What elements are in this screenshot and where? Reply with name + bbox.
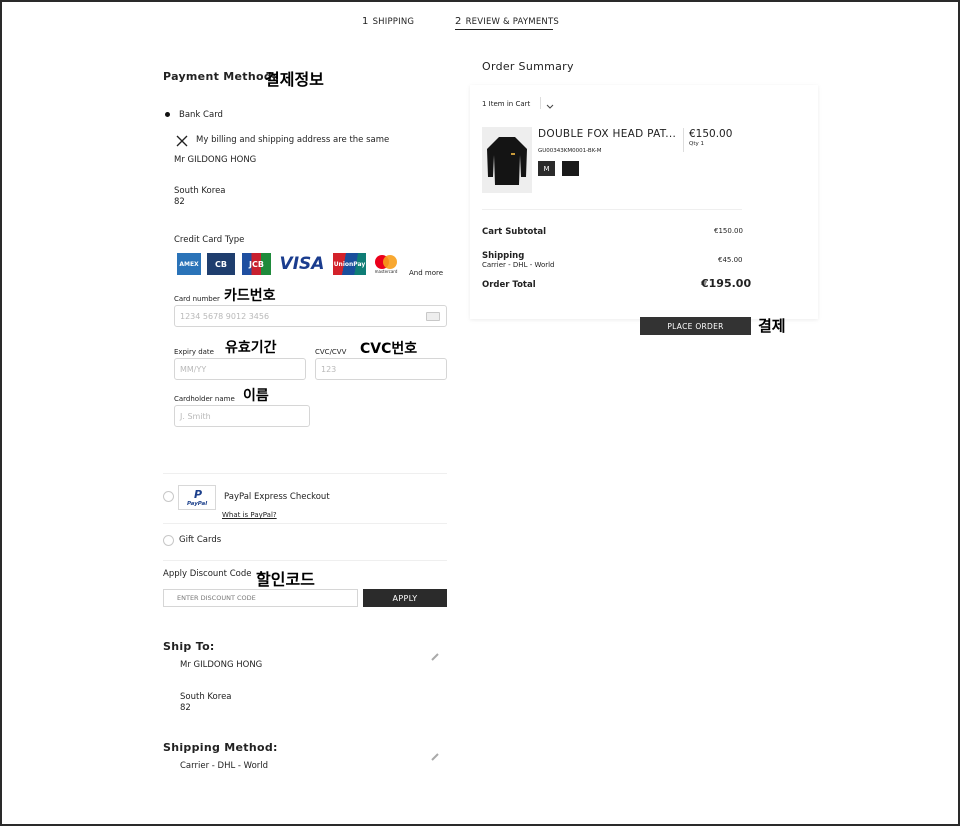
expiry-label: Expiry date — [174, 348, 214, 356]
unionpay-icon: UnionPay — [333, 253, 366, 275]
edit-ship-to-button[interactable] — [430, 647, 440, 661]
step-review-payments[interactable]: 2 REVIEW & PAYMENTS — [455, 16, 559, 30]
color-swatch — [562, 161, 579, 176]
cvc-placeholder: 123 — [321, 364, 337, 374]
edit-shipping-method-button[interactable] — [430, 747, 440, 761]
order-total-value: €195.00 — [701, 277, 752, 290]
amex-icon: AMEX — [177, 253, 201, 275]
bank-card-label: Bank Card — [179, 110, 223, 120]
expiry-input[interactable]: MM/YY — [174, 358, 306, 380]
ship-to-heading: Ship To: — [163, 640, 215, 653]
card-number-placeholder: 1234 5678 9012 3456 — [180, 311, 270, 321]
product-sku: GU00343KM0001-BK-M — [538, 148, 602, 154]
discount-label: Apply Discount Code — [163, 569, 252, 579]
step-label: REVIEW & PAYMENTS — [465, 17, 559, 27]
chevron-down-icon — [546, 104, 554, 109]
payment-method-heading: Payment Method: — [163, 70, 277, 83]
mastercard-icon: mastercard — [371, 253, 401, 275]
card-number-label: Card number — [174, 295, 220, 303]
cart-toggle[interactable] — [540, 97, 554, 109]
pencil-icon — [431, 653, 439, 661]
paypal-p-icon: P — [194, 488, 203, 501]
discount-placeholder: ENTER DISCOUNT CODE — [177, 594, 256, 602]
and-more-label: And more — [409, 269, 444, 277]
product-qty: Qty 1 — [689, 141, 704, 147]
jcb-icon: JCB — [242, 253, 271, 275]
shipping-method-value: Carrier - DHL - World — [180, 761, 269, 771]
discount-code-input[interactable]: ENTER DISCOUNT CODE — [163, 589, 358, 607]
place-order-annotation: 결제 — [758, 317, 786, 335]
product-image[interactable] — [482, 127, 532, 193]
expiry-placeholder: MM/YY — [180, 364, 207, 374]
step-label: SHIPPING — [372, 17, 415, 27]
shipping-carrier: Carrier - DHL - World — [482, 261, 555, 269]
cvc-input[interactable]: 123 — [315, 358, 447, 380]
paypal-logo: P PayPal — [178, 485, 216, 510]
x-icon — [176, 135, 188, 147]
pencil-icon — [431, 753, 439, 761]
what-is-paypal-link[interactable]: What is PayPal? — [222, 511, 277, 519]
card-number-annotation: 카드번호 — [224, 288, 276, 304]
cvc-annotation: CVC번호 — [360, 341, 418, 357]
same-address-label: My billing and shipping address are the … — [196, 135, 390, 145]
cvc-label: CVC/CVV — [315, 348, 347, 356]
billing-postal: 82 — [174, 197, 185, 207]
step-shipping[interactable]: 1 SHIPPING — [362, 16, 414, 27]
divider — [163, 473, 447, 474]
shipping-value: €45.00 — [718, 256, 743, 264]
gift-cards-label: Gift Cards — [179, 535, 222, 545]
credit-card-type-label: Credit Card Type — [174, 235, 245, 245]
paypal-radio[interactable] — [163, 491, 174, 502]
divider — [163, 560, 447, 561]
order-summary-heading: Order Summary — [482, 60, 574, 73]
paypal-logo-text: PayPal — [187, 501, 208, 507]
divider — [482, 209, 742, 210]
cart-subtotal-value: €150.00 — [714, 227, 743, 235]
card-icon — [426, 312, 440, 321]
ship-to-name: Mr GILDONG HONG — [180, 660, 263, 670]
gift-cards-radio[interactable] — [163, 535, 174, 546]
billing-name: Mr GILDONG HONG — [174, 155, 257, 165]
product-name[interactable]: DOUBLE FOX HEAD PAT... — [538, 128, 676, 140]
same-address-checkbox[interactable] — [175, 133, 189, 147]
expiry-annotation: 유효기간 — [225, 340, 277, 356]
card-number-input[interactable]: 1234 5678 9012 3456 — [174, 305, 447, 327]
discount-annotation: 할인코드 — [256, 570, 315, 589]
divider — [163, 523, 447, 524]
cardholder-annotation: 이름 — [243, 388, 269, 404]
ship-to-country: South Korea — [180, 692, 232, 702]
shipping-label: Shipping — [482, 251, 525, 261]
step-number: 1 — [362, 16, 369, 27]
payment-annotation: 결제정보 — [265, 70, 324, 89]
cardholder-input[interactable]: J. Smith — [174, 405, 310, 427]
step-number: 2 — [455, 16, 462, 27]
divider — [683, 128, 684, 152]
shipping-method-heading: Shipping Method: — [163, 741, 278, 754]
cart-subtotal-label: Cart Subtotal — [482, 227, 547, 237]
items-in-cart[interactable]: 1 Item in Cart — [482, 100, 530, 108]
cardholder-label: Cardholder name — [174, 395, 235, 403]
place-order-button[interactable]: PLACE ORDER — [640, 317, 751, 335]
ship-to-postal: 82 — [180, 703, 191, 713]
visa-icon: VISA — [279, 254, 325, 274]
size-badge: M — [538, 161, 555, 176]
sweater-icon — [487, 137, 527, 185]
order-total-label: Order Total — [482, 280, 536, 290]
apply-button[interactable]: APPLY — [363, 589, 447, 607]
bank-card-radio[interactable] — [163, 110, 174, 121]
billing-country: South Korea — [174, 186, 226, 196]
cardholder-placeholder: J. Smith — [180, 411, 211, 421]
product-price: €150.00 — [689, 128, 733, 140]
paypal-label: PayPal Express Checkout — [224, 492, 330, 502]
cb-icon: CB — [207, 253, 235, 275]
